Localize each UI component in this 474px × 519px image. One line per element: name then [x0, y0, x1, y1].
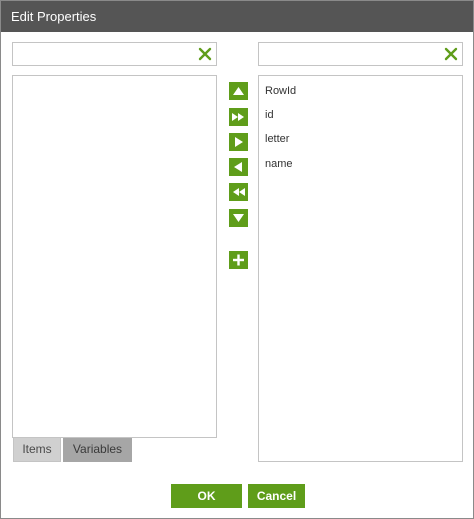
- left-search-input[interactable]: [15, 45, 201, 63]
- move-all-left-button[interactable]: [229, 183, 248, 201]
- move-up-button[interactable]: [229, 82, 248, 100]
- move-all-left-icon: [233, 188, 245, 196]
- move-all-right-button[interactable]: [229, 108, 248, 126]
- move-all-right-icon: [232, 113, 244, 121]
- move-down-button[interactable]: [229, 209, 248, 227]
- ok-button[interactable]: OK: [171, 484, 242, 508]
- edit-properties-dialog: Edit Properties Items Variables RowId id…: [0, 0, 474, 519]
- right-search-input[interactable]: [261, 45, 447, 63]
- right-clear-icon[interactable]: [442, 45, 460, 63]
- selected-items-list[interactable]: RowId id letter name: [258, 75, 463, 462]
- available-items-list[interactable]: [12, 75, 217, 438]
- dialog-title: Edit Properties: [1, 1, 473, 32]
- tab-variables[interactable]: Variables: [63, 438, 132, 462]
- add-button[interactable]: [229, 251, 248, 269]
- tab-items[interactable]: Items: [13, 438, 61, 462]
- cancel-button[interactable]: Cancel: [248, 484, 305, 508]
- move-down-icon: [233, 214, 244, 222]
- list-item[interactable]: RowId: [265, 85, 296, 97]
- right-search-box: [258, 42, 463, 66]
- left-search-box: [12, 42, 217, 66]
- move-left-icon: [234, 162, 242, 172]
- move-up-icon: [233, 87, 244, 95]
- move-right-button[interactable]: [229, 133, 248, 151]
- move-left-button[interactable]: [229, 158, 248, 176]
- list-item[interactable]: name: [265, 158, 293, 170]
- add-icon: [233, 254, 244, 266]
- list-item[interactable]: id: [265, 109, 274, 121]
- move-right-icon: [235, 137, 243, 147]
- left-clear-icon[interactable]: [196, 45, 214, 63]
- list-item[interactable]: letter: [265, 133, 289, 145]
